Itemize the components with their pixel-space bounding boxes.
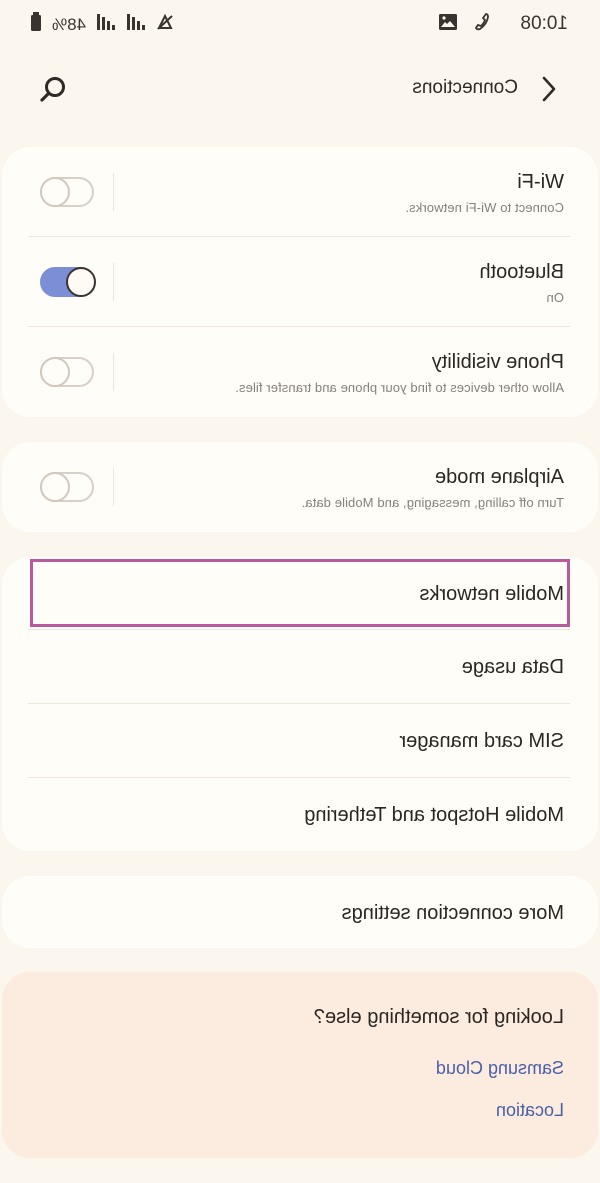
toggle-knob bbox=[40, 472, 70, 502]
wireless-card: Wi-Fi Connect to Wi-Fi networks. Bluetoo… bbox=[2, 147, 598, 417]
sim-card-manager-title: SIM card manager bbox=[399, 730, 564, 752]
hotspot-row[interactable]: Mobile Hotspot and Tethering bbox=[2, 778, 598, 851]
phone-visibility-title: Phone visibility bbox=[431, 351, 564, 373]
airplane-toggle[interactable] bbox=[40, 472, 94, 502]
system-icons: 48% bbox=[30, 12, 174, 37]
battery-percent: 48% bbox=[52, 14, 87, 34]
more-settings-title: More connection settings bbox=[341, 902, 564, 924]
separator bbox=[113, 468, 114, 506]
wifi-row[interactable]: Wi-Fi Connect to Wi-Fi networks. bbox=[2, 147, 598, 237]
bluetooth-title: Bluetooth bbox=[479, 261, 564, 283]
signal-bars-icon bbox=[96, 13, 116, 36]
wifi-title: Wi-Fi bbox=[517, 171, 564, 193]
bluetooth-subtitle: On bbox=[546, 290, 564, 305]
battery-icon bbox=[30, 12, 42, 37]
separator bbox=[113, 353, 114, 391]
suggestions-title: Looking for something else? bbox=[313, 1006, 564, 1028]
bluetooth-row[interactable]: Bluetooth On bbox=[2, 237, 598, 327]
toggle-knob bbox=[40, 177, 70, 207]
signal-bars-icon bbox=[126, 13, 146, 36]
more-settings-row[interactable]: More connection settings bbox=[2, 876, 598, 948]
bluetooth-toggle[interactable] bbox=[40, 267, 96, 297]
page-title: Connections bbox=[412, 77, 518, 98]
airplane-card: Airplane mode Turn off calling, messagin… bbox=[2, 442, 598, 532]
chevron-left-icon bbox=[542, 76, 556, 102]
airplane-subtitle: Turn off calling, messaging, and Mobile … bbox=[301, 495, 564, 510]
search-icon bbox=[40, 77, 65, 102]
suggestions-card: Looking for something else? Samsung Clou… bbox=[2, 972, 598, 1158]
call-icon bbox=[474, 12, 490, 38]
hotspot-title: Mobile Hotspot and Tethering bbox=[304, 804, 564, 826]
airplane-row[interactable]: Airplane mode Turn off calling, messagin… bbox=[2, 442, 598, 532]
status-time: 10:08 bbox=[520, 13, 568, 34]
no-data-icon bbox=[156, 13, 174, 36]
toggle-knob bbox=[40, 357, 70, 387]
wifi-toggle[interactable] bbox=[40, 177, 94, 207]
sim-card-manager-row[interactable]: SIM card manager bbox=[2, 704, 598, 777]
image-icon bbox=[438, 13, 458, 37]
data-usage-title: Data usage bbox=[461, 656, 564, 678]
back-button[interactable] bbox=[534, 72, 564, 106]
data-usage-row[interactable]: Data usage bbox=[2, 630, 598, 703]
app-header: Connections bbox=[0, 60, 600, 120]
phone-visibility-subtitle: Allow other devices to find your phone a… bbox=[235, 380, 564, 395]
wifi-subtitle: Connect to Wi-Fi networks. bbox=[405, 200, 564, 215]
airplane-title: Airplane mode bbox=[435, 466, 564, 488]
location-link[interactable]: Location bbox=[496, 1100, 564, 1121]
separator bbox=[113, 263, 114, 301]
samsung-cloud-link[interactable]: Samsung Cloud bbox=[436, 1058, 564, 1079]
status-bar: 10:08 48% bbox=[0, 0, 600, 48]
notification-icons bbox=[438, 12, 490, 38]
search-button[interactable] bbox=[36, 72, 70, 106]
selection-highlight bbox=[30, 559, 570, 627]
phone-visibility-toggle[interactable] bbox=[40, 357, 94, 387]
phone-visibility-row[interactable]: Phone visibility Allow other devices to … bbox=[2, 327, 598, 417]
mirrored-screen: 10:08 48% Connections Wi-Fi Connect to W… bbox=[0, 0, 600, 1183]
toggle-knob bbox=[66, 267, 96, 297]
separator bbox=[113, 173, 114, 211]
more-card: More connection settings bbox=[2, 876, 598, 948]
